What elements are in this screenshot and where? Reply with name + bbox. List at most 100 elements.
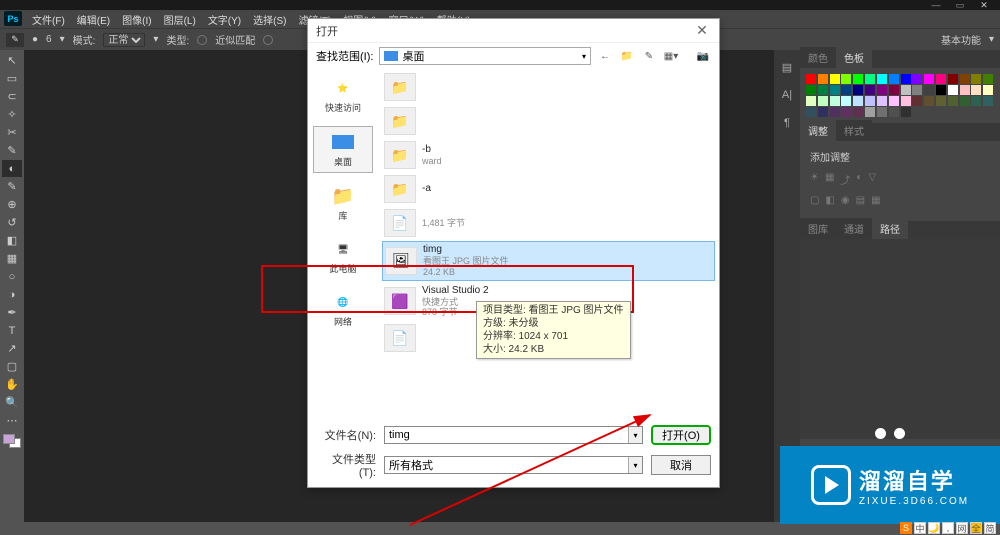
file-item[interactable]: 📁 -b ward xyxy=(382,139,715,171)
swatch-color[interactable] xyxy=(983,74,993,84)
file-item[interactable]: 🖼 timg 看图王 JPG 图片文件 24.2 KB xyxy=(382,241,715,281)
para-panel-icon[interactable]: ¶ xyxy=(778,114,796,132)
zoom-tool-icon[interactable]: 🔍 xyxy=(2,394,22,411)
char-panel-icon[interactable]: A| xyxy=(778,86,796,104)
minimize-button[interactable]: — xyxy=(924,0,948,10)
swatch-color[interactable] xyxy=(865,74,875,84)
crop-tool-icon[interactable]: ✂ xyxy=(2,124,22,141)
file-list[interactable]: 📁 📁 📁 -b ward 📁 -a 📄 1,481 字节 🖼 timg xyxy=(378,69,719,417)
maximize-button[interactable]: ▭ xyxy=(948,0,972,10)
swatch-color[interactable] xyxy=(865,96,875,106)
swatch-color[interactable] xyxy=(853,74,863,84)
menu-layer[interactable]: 图层(L) xyxy=(160,10,200,29)
eyedropper-tool-icon[interactable]: ✎ xyxy=(2,142,22,159)
swatch-color[interactable] xyxy=(853,85,863,95)
radio-2[interactable] xyxy=(263,35,273,45)
swatch-color[interactable] xyxy=(830,107,840,117)
swatch-color[interactable] xyxy=(983,96,993,106)
swatch-color[interactable] xyxy=(818,85,828,95)
swatch-color[interactable] xyxy=(806,74,816,84)
swatch-color[interactable] xyxy=(901,107,911,117)
file-item[interactable]: 📁 xyxy=(382,71,715,103)
foreground-color[interactable] xyxy=(3,434,15,444)
swatch-color[interactable] xyxy=(877,85,887,95)
type-tool-icon[interactable]: T xyxy=(2,322,22,339)
swatch-color[interactable] xyxy=(912,85,922,95)
swatch-color[interactable] xyxy=(901,74,911,84)
swatch-color[interactable] xyxy=(971,96,981,106)
shape-tool-icon[interactable]: ▢ xyxy=(2,358,22,375)
swatch-color[interactable] xyxy=(818,74,828,84)
curves-icon[interactable]: ⤴ xyxy=(840,172,850,187)
swatch-color[interactable] xyxy=(901,85,911,95)
move-tool-icon[interactable]: ↖ xyxy=(2,52,22,69)
mode-select[interactable]: 正常 xyxy=(103,33,145,47)
hand-tool-icon[interactable]: ✋ xyxy=(2,376,22,393)
dialog-close-icon[interactable]: ✕ xyxy=(693,22,711,40)
swatch-color[interactable] xyxy=(841,96,851,106)
place-thispc[interactable]: 🖥 此电脑 xyxy=(313,234,373,279)
newfolder-icon[interactable]: ✎ xyxy=(641,48,657,64)
history-brush-icon[interactable]: ↺ xyxy=(2,214,22,231)
camera-icon[interactable]: 📷 xyxy=(695,48,711,64)
tray-icon[interactable]: 简 xyxy=(984,522,996,534)
tab-paths[interactable]: 路径 xyxy=(872,218,908,239)
place-desktop[interactable]: 桌面 xyxy=(313,126,373,173)
menu-file[interactable]: 文件(F) xyxy=(28,10,69,29)
stamp-tool-icon[interactable]: ⊕ xyxy=(2,196,22,213)
swatch-color[interactable] xyxy=(889,96,899,106)
hue-icon[interactable]: ▢ xyxy=(810,195,819,206)
swatch-color[interactable] xyxy=(853,96,863,106)
menu-type[interactable]: 文字(Y) xyxy=(204,10,245,29)
filetype-dropdown-icon[interactable]: ▾ xyxy=(628,457,642,473)
blur-tool-icon[interactable]: ○ xyxy=(2,268,22,285)
filetype-combo[interactable]: 所有格式 ▾ xyxy=(384,456,643,474)
brush-tool-icon[interactable]: ✎ xyxy=(2,178,22,195)
swatch-color[interactable] xyxy=(901,96,911,106)
brightness-icon[interactable]: ☀ xyxy=(810,172,819,187)
menu-select[interactable]: 选择(S) xyxy=(249,10,290,29)
views-icon[interactable]: ▦▾ xyxy=(663,48,679,64)
tab-channels[interactable]: 通道 xyxy=(836,218,872,239)
eraser-tool-icon[interactable]: ◧ xyxy=(2,232,22,249)
brush-size[interactable]: 6 xyxy=(46,34,52,45)
swatch-color[interactable] xyxy=(830,96,840,106)
swatch-color[interactable] xyxy=(806,107,816,117)
lasso-tool-icon[interactable]: ⊂ xyxy=(2,88,22,105)
swatch-color[interactable] xyxy=(971,85,981,95)
lookin-combo[interactable]: 桌面 ▾ xyxy=(379,47,591,65)
levels-icon[interactable]: ▦ xyxy=(825,172,834,187)
marquee-tool-icon[interactable]: ▭ xyxy=(2,70,22,87)
swatch-color[interactable] xyxy=(936,74,946,84)
tray-icon[interactable]: 网 xyxy=(956,522,968,534)
back-icon[interactable]: ← xyxy=(597,48,613,64)
gradient-tool-icon[interactable]: ▦ xyxy=(2,250,22,267)
tab-adjustments[interactable]: 调整 xyxy=(800,120,836,141)
open-button[interactable]: 打开(O) xyxy=(651,425,711,445)
tab-library[interactable]: 图库 xyxy=(800,218,836,239)
tab-styles[interactable]: 样式 xyxy=(836,120,872,141)
swatch-color[interactable] xyxy=(889,107,899,117)
swatch-color[interactable] xyxy=(948,96,958,106)
photo-filter-icon[interactable]: ◉ xyxy=(841,195,850,206)
menu-image[interactable]: 图像(I) xyxy=(118,10,155,29)
dodge-tool-icon[interactable]: ◑ xyxy=(2,286,22,303)
tray-icon[interactable]: S xyxy=(900,522,912,534)
tray-icon[interactable]: 🌙 xyxy=(928,522,940,534)
swatch-color[interactable] xyxy=(841,107,851,117)
file-item[interactable]: 📁 -a xyxy=(382,173,715,205)
filename-combo[interactable]: timg ▾ xyxy=(384,426,643,444)
swatch-color[interactable] xyxy=(948,74,958,84)
swatch-color[interactable] xyxy=(924,96,934,106)
tab-swatches[interactable]: 色板 xyxy=(836,47,872,68)
history-panel-icon[interactable]: ▤ xyxy=(778,58,796,76)
path-tool-icon[interactable]: ↗ xyxy=(2,340,22,357)
swatch-color[interactable] xyxy=(818,107,828,117)
swatch-color[interactable] xyxy=(865,85,875,95)
color-swatch[interactable] xyxy=(3,434,21,448)
swatch-color[interactable] xyxy=(877,107,887,117)
swatch-color[interactable] xyxy=(960,96,970,106)
swatch-color[interactable] xyxy=(889,74,899,84)
lookup-icon[interactable]: ▦ xyxy=(871,195,880,206)
file-item[interactable]: 📁 xyxy=(382,105,715,137)
